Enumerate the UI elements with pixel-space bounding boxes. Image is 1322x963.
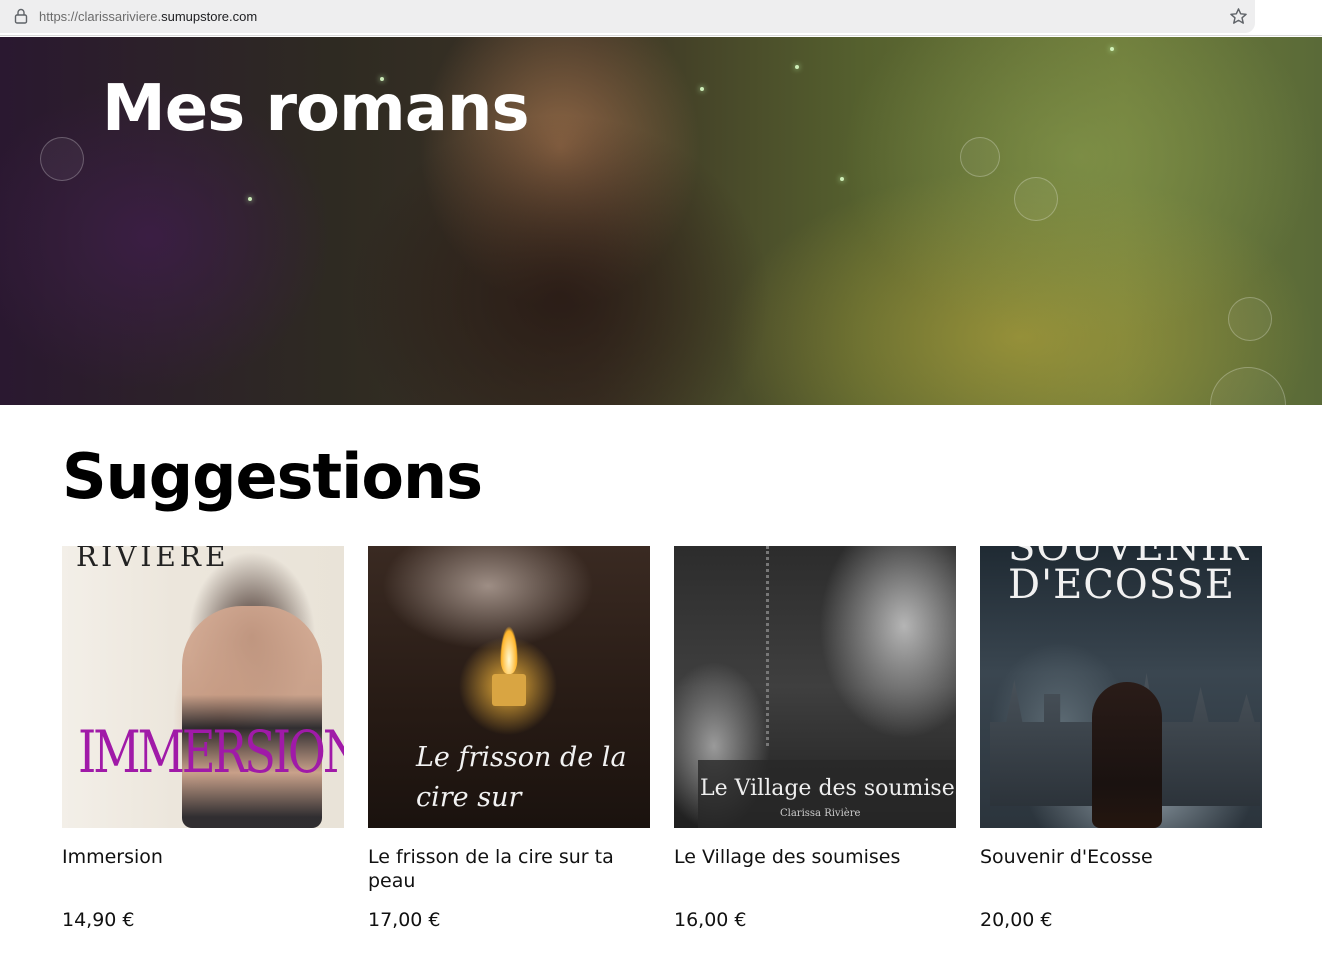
product-price: 17,00 € (368, 909, 441, 931)
product-price: 14,90 € (62, 909, 135, 931)
cover-title-text: Le frisson de la cire sur (416, 742, 627, 813)
toolbar-divider (0, 33, 1322, 36)
toolbar-blank (1255, 0, 1322, 33)
lock-icon (14, 8, 28, 24)
sparkle (840, 177, 844, 181)
sparkle (795, 65, 799, 69)
hero-title: Mes romans (102, 72, 530, 146)
cover-chain (766, 546, 782, 746)
bokeh-circle (40, 137, 84, 181)
product-price: 16,00 € (674, 909, 747, 931)
sparkle (248, 197, 252, 201)
bokeh-circle (1014, 177, 1058, 221)
sparkle (1110, 47, 1114, 51)
product-price: 20,00 € (980, 909, 1053, 931)
url-prefix: https://clarissariviere. (39, 9, 162, 24)
cover-title-text: IMMERSION (78, 718, 344, 786)
candle-flame (500, 626, 518, 674)
address-bar[interactable]: https://clarissariviere.sumupstore.com (0, 0, 1255, 33)
product-cover-image[interactable]: RIVIÈRE IMMERSION (62, 546, 344, 828)
product-card[interactable]: Le frisson de la cire sur Le frisson de … (368, 546, 650, 931)
cover-title-text: Le Village des soumises (700, 776, 956, 801)
bokeh-circle (960, 137, 1000, 177)
product-cover-image[interactable]: Le frisson de la cire sur (368, 546, 650, 828)
cover-figure (1092, 682, 1162, 828)
product-cover-image[interactable]: SOUVENIR D'ECOSSE (980, 546, 1262, 828)
product-card[interactable]: SOUVENIR D'ECOSSE Souvenir d'Ecosse 20,0… (980, 546, 1262, 931)
url-text[interactable]: https://clarissariviere.sumupstore.com (39, 9, 257, 24)
suggestions-heading: Suggestions (62, 440, 483, 513)
bokeh-circle (1210, 367, 1286, 405)
cover-author-text: Clarissa Rivière (780, 808, 861, 819)
cover-title-text: D'ECOSSE (1008, 562, 1235, 608)
bookmark-star-icon[interactable] (1229, 7, 1248, 26)
product-name[interactable]: Souvenir d'Ecosse (980, 845, 1250, 869)
product-cover-image[interactable]: Le Village des soumises Clarissa Rivière (674, 546, 956, 828)
product-name[interactable]: Le Village des soumises (674, 845, 944, 869)
product-card[interactable]: RIVIÈRE IMMERSION Immersion 14,90 € (62, 546, 344, 931)
bokeh-circle (1228, 297, 1272, 341)
url-domain: sumupstore.com (161, 9, 258, 24)
hero-banner: Mes romans (0, 37, 1322, 405)
product-name[interactable]: Le frisson de la cire sur ta peau (368, 845, 638, 893)
candle (492, 674, 526, 706)
product-card[interactable]: Le Village des soumises Clarissa Rivière… (674, 546, 956, 931)
product-name[interactable]: Immersion (62, 845, 332, 869)
sparkle (700, 87, 704, 91)
cover-author-text: RIVIÈRE (76, 546, 230, 573)
cover-figure (182, 606, 322, 828)
